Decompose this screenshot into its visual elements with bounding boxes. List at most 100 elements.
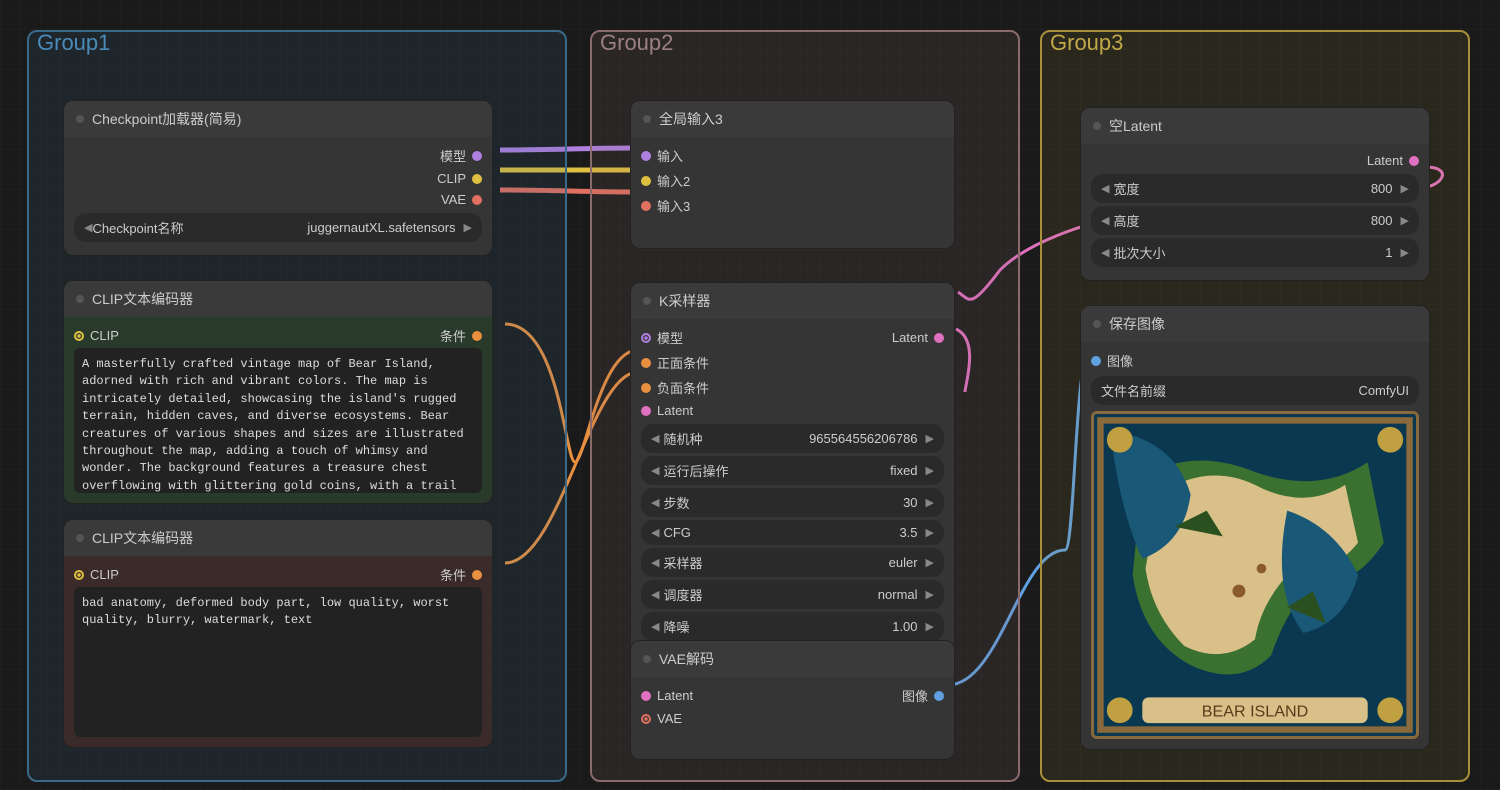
output-label: CLIP bbox=[437, 171, 466, 186]
prompt-textarea[interactable]: A masterfully crafted vintage map of Bea… bbox=[74, 348, 482, 493]
arrow-right-icon[interactable]: ▶ bbox=[926, 464, 934, 477]
arrow-right-icon[interactable]: ▶ bbox=[1401, 214, 1409, 227]
arrow-left-icon[interactable]: ◀ bbox=[651, 432, 659, 445]
arrow-right-icon[interactable]: ▶ bbox=[926, 526, 934, 539]
save-image-node[interactable]: 保存图像 图像 文件名前缀ComfyUI BEAR ISLAND bbox=[1080, 305, 1430, 750]
input-label: 负面条件 bbox=[657, 378, 709, 397]
vae-input-port[interactable] bbox=[641, 714, 651, 724]
empty-latent-node[interactable]: 空Latent Latent ◀宽度800▶◀高度800▶◀批次大小1▶ bbox=[1080, 107, 1430, 281]
image-input-port[interactable] bbox=[1091, 356, 1101, 366]
ksampler-param-6[interactable]: ◀降噪1.00▶ bbox=[641, 612, 944, 641]
arrow-right-icon[interactable]: ▶ bbox=[1401, 246, 1409, 259]
param-label: 降噪 bbox=[663, 617, 689, 636]
node-header[interactable]: Checkpoint加载器(简易) bbox=[64, 101, 492, 137]
param-value: 3.5 bbox=[899, 525, 917, 540]
ksampler-param-0[interactable]: ◀随机种965564556206786▶ bbox=[641, 424, 944, 453]
clip-output-port[interactable] bbox=[472, 174, 482, 184]
param-label: 采样器 bbox=[663, 553, 702, 572]
clip-text-encode-negative-node[interactable]: CLIP文本编码器 CLIP条件 bad anatomy, deformed b… bbox=[63, 519, 493, 748]
arrow-left-icon[interactable]: ◀ bbox=[1101, 214, 1109, 227]
ksampler-param-1[interactable]: ◀运行后操作fixed▶ bbox=[641, 456, 944, 485]
arrow-right-icon[interactable]: ▶ bbox=[926, 620, 934, 633]
clip-input-port[interactable] bbox=[74, 331, 84, 341]
node-header[interactable]: 保存图像 bbox=[1081, 306, 1429, 342]
arrow-right-icon[interactable]: ▶ bbox=[1401, 182, 1409, 195]
filename-prefix-widget[interactable]: 文件名前缀ComfyUI bbox=[1091, 376, 1419, 405]
input-port-3[interactable] bbox=[641, 201, 651, 211]
latent-output-port[interactable] bbox=[934, 333, 944, 343]
arrow-left-icon[interactable]: ◀ bbox=[651, 496, 659, 509]
checkpoint-name-widget[interactable]: ◀Checkpoint名称juggernautXL.safetensors▶ bbox=[74, 213, 482, 242]
input-label: 模型 bbox=[657, 328, 683, 347]
arrow-right-icon[interactable]: ▶ bbox=[926, 432, 934, 445]
node-header[interactable]: VAE解码 bbox=[631, 641, 954, 677]
input-port-2[interactable] bbox=[641, 176, 651, 186]
node-header[interactable]: CLIP文本编码器 bbox=[64, 520, 492, 556]
node-header[interactable]: 空Latent bbox=[1081, 108, 1429, 144]
param-value: normal bbox=[878, 587, 918, 602]
collapse-icon[interactable] bbox=[643, 655, 651, 663]
collapse-icon[interactable] bbox=[643, 297, 651, 305]
vae-output-port[interactable] bbox=[472, 195, 482, 205]
negative-input-port[interactable] bbox=[641, 383, 651, 393]
global-input-node[interactable]: 全局输入3 输入 输入2 输入3 bbox=[630, 100, 955, 249]
node-title: 保存图像 bbox=[1109, 314, 1165, 334]
collapse-icon[interactable] bbox=[1093, 320, 1101, 328]
vae-decode-node[interactable]: VAE解码 Latent图像 VAE bbox=[630, 640, 955, 760]
latent-input-port[interactable] bbox=[641, 691, 651, 701]
arrow-left-icon[interactable]: ◀ bbox=[1101, 182, 1109, 195]
empty-latent-param-0[interactable]: ◀宽度800▶ bbox=[1091, 174, 1419, 203]
node-title: 全局输入3 bbox=[659, 109, 723, 129]
node-title: CLIP文本编码器 bbox=[92, 528, 193, 548]
arrow-left-icon[interactable]: ◀ bbox=[651, 556, 659, 569]
collapse-icon[interactable] bbox=[76, 295, 84, 303]
arrow-right-icon[interactable]: ▶ bbox=[464, 221, 472, 234]
empty-latent-param-1[interactable]: ◀高度800▶ bbox=[1091, 206, 1419, 235]
clip-text-encode-positive-node[interactable]: CLIP文本编码器 CLIP条件 A masterfully crafted v… bbox=[63, 280, 493, 504]
arrow-left-icon[interactable]: ◀ bbox=[651, 620, 659, 633]
checkpoint-loader-node[interactable]: Checkpoint加载器(简易) 模型 CLIP VAE ◀Checkpoin… bbox=[63, 100, 493, 256]
ksampler-param-2[interactable]: ◀步数30▶ bbox=[641, 488, 944, 517]
param-label: 运行后操作 bbox=[663, 461, 728, 480]
collapse-icon[interactable] bbox=[76, 534, 84, 542]
collapse-icon[interactable] bbox=[1093, 122, 1101, 130]
latent-input-port[interactable] bbox=[641, 406, 651, 416]
collapse-icon[interactable] bbox=[643, 115, 651, 123]
clip-input-port[interactable] bbox=[74, 570, 84, 580]
widget-label: Checkpoint名称 bbox=[92, 218, 183, 237]
arrow-right-icon[interactable]: ▶ bbox=[926, 556, 934, 569]
image-preview[interactable]: BEAR ISLAND bbox=[1091, 411, 1419, 739]
ksampler-param-3[interactable]: ◀CFG3.5▶ bbox=[641, 520, 944, 545]
positive-input-port[interactable] bbox=[641, 358, 651, 368]
conditioning-output-port[interactable] bbox=[472, 331, 482, 341]
param-value: 800 bbox=[1371, 181, 1393, 196]
node-header[interactable]: 全局输入3 bbox=[631, 101, 954, 137]
node-header[interactable]: CLIP文本编码器 bbox=[64, 281, 492, 317]
model-output-port[interactable] bbox=[472, 151, 482, 161]
arrow-left-icon[interactable]: ◀ bbox=[651, 526, 659, 539]
empty-latent-param-2[interactable]: ◀批次大小1▶ bbox=[1091, 238, 1419, 267]
input-label: CLIP bbox=[90, 567, 119, 582]
ksampler-param-5[interactable]: ◀调度器normal▶ bbox=[641, 580, 944, 609]
arrow-left-icon[interactable]: ◀ bbox=[1101, 246, 1109, 259]
widget-value: ComfyUI bbox=[1358, 383, 1409, 398]
prompt-textarea[interactable]: bad anatomy, deformed body part, low qua… bbox=[74, 587, 482, 737]
node-header[interactable]: K采样器 bbox=[631, 283, 954, 319]
arrow-right-icon[interactable]: ▶ bbox=[926, 588, 934, 601]
group-3-title: Group3 bbox=[1050, 30, 1123, 56]
arrow-right-icon[interactable]: ▶ bbox=[926, 496, 934, 509]
arrow-left-icon[interactable]: ◀ bbox=[651, 588, 659, 601]
collapse-icon[interactable] bbox=[76, 115, 84, 123]
latent-output-port[interactable] bbox=[1409, 156, 1419, 166]
param-value: 965564556206786 bbox=[809, 431, 917, 446]
model-input-port[interactable] bbox=[641, 333, 651, 343]
input-label: 输入2 bbox=[657, 171, 690, 190]
conditioning-output-port[interactable] bbox=[472, 570, 482, 580]
input-label: Latent bbox=[657, 688, 693, 703]
arrow-left-icon[interactable]: ◀ bbox=[651, 464, 659, 477]
arrow-left-icon[interactable]: ◀ bbox=[84, 221, 92, 234]
ksampler-node[interactable]: K采样器 模型Latent 正面条件 负面条件 Latent ◀随机种96556… bbox=[630, 282, 955, 655]
image-output-port[interactable] bbox=[934, 691, 944, 701]
ksampler-param-4[interactable]: ◀采样器euler▶ bbox=[641, 548, 944, 577]
input-port-1[interactable] bbox=[641, 151, 651, 161]
